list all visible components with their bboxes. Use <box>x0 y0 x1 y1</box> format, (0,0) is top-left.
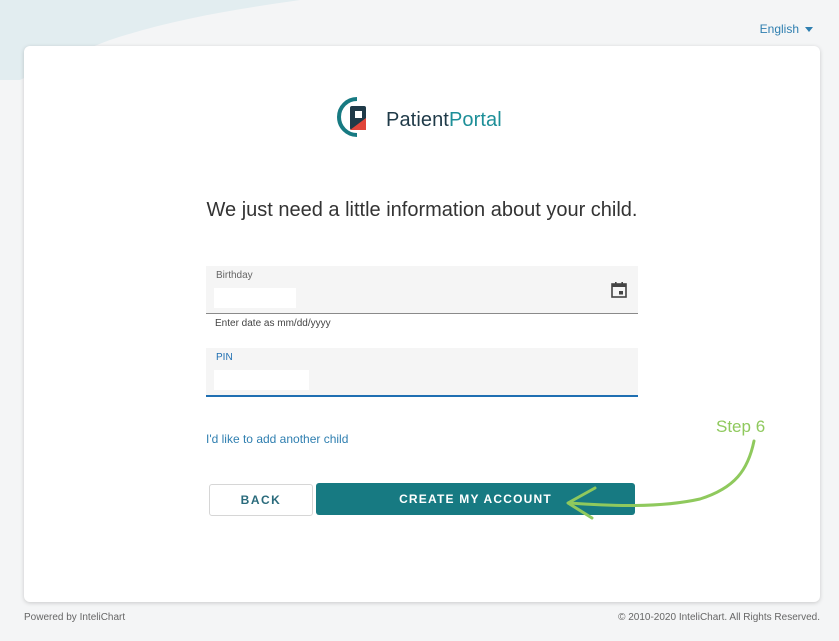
birthday-input[interactable] <box>214 288 296 308</box>
patient-portal-logo: PatientPortal <box>336 96 502 138</box>
birthday-label: Birthday <box>216 270 253 281</box>
registration-card: PatientPortal We just need a little info… <box>24 46 820 602</box>
birthday-hint: Enter date as mm/dd/yyyy <box>215 318 331 329</box>
footer-copyright: © 2010-2020 InteliChart. All Rights Rese… <box>618 612 820 623</box>
logo-text-main: Patient <box>386 108 449 131</box>
logo-wordmark: PatientPortal <box>386 109 502 132</box>
pin-input[interactable] <box>214 370 309 390</box>
back-button[interactable]: BACK <box>209 484 313 516</box>
create-account-button[interactable]: CREATE MY ACCOUNT <box>316 483 635 515</box>
language-selector[interactable]: English <box>760 22 813 36</box>
step-annotation-label: Step 6 <box>716 417 766 436</box>
footer-powered-by: Powered by InteliChart <box>24 612 126 623</box>
caret-down-icon <box>805 26 813 32</box>
pin-label: PIN <box>216 352 233 363</box>
add-another-child-link[interactable]: I'd like to add another child <box>206 432 348 446</box>
calendar-icon[interactable] <box>610 281 628 299</box>
patient-portal-logo-icon <box>337 97 366 137</box>
birthday-field[interactable]: Birthday <box>206 266 638 314</box>
pin-field[interactable]: PIN <box>206 348 638 397</box>
language-label: English <box>759 22 799 36</box>
page-heading: We just need a little information about … <box>206 199 638 221</box>
logo-text-accent: Portal <box>448 108 502 131</box>
